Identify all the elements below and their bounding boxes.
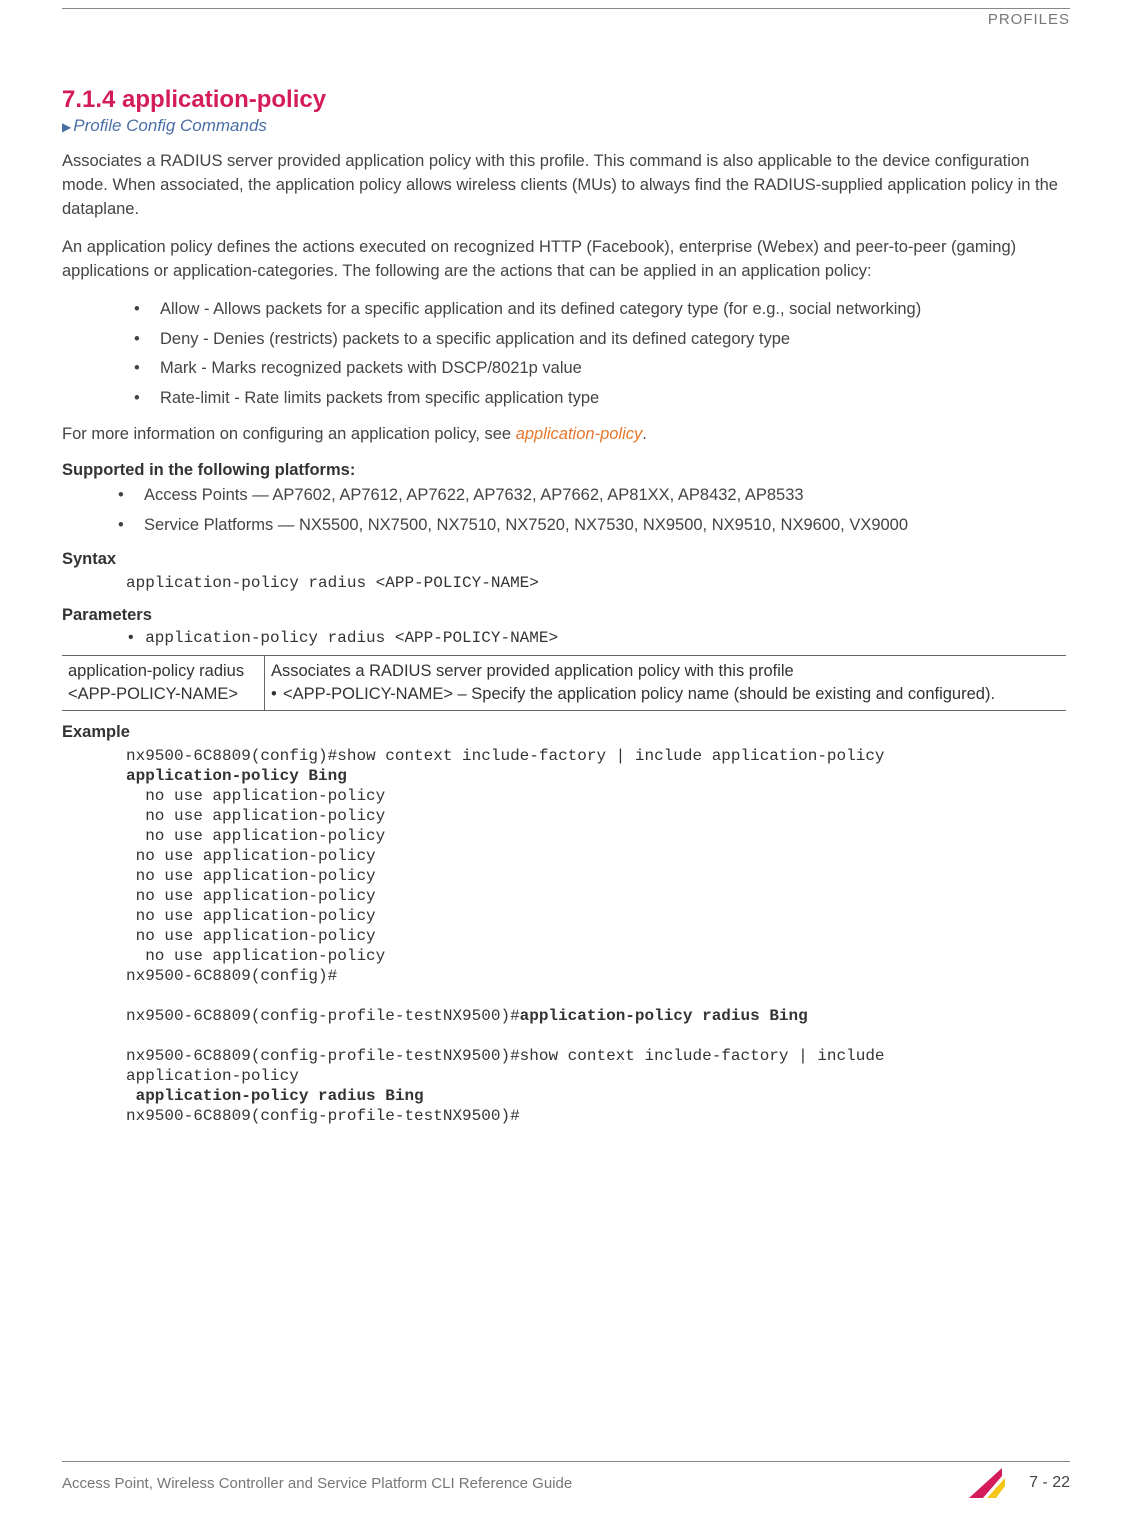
- list-item: Mark - Marks recognized packets with DSC…: [134, 357, 1070, 381]
- list-item: Allow - Allows packets for a specific ap…: [134, 298, 1070, 322]
- running-header: PROFILES: [62, 11, 1070, 28]
- breadcrumb-text: Profile Config Commands: [73, 116, 267, 135]
- text: For more information on configuring an a…: [62, 425, 516, 443]
- list-item: Service Platforms — NX5500, NX7500, NX75…: [118, 514, 1070, 538]
- supported-heading: Supported in the following platforms:: [62, 461, 1070, 480]
- footer-title: Access Point, Wireless Controller and Se…: [62, 1475, 572, 1492]
- actions-list: Allow - Allows packets for a specific ap…: [62, 298, 1070, 412]
- list-item: Access Points — AP7602, AP7612, AP7622, …: [118, 484, 1070, 508]
- page-number: 7 - 22: [1029, 1474, 1070, 1492]
- breadcrumb[interactable]: ▶Profile Config Commands: [62, 116, 1070, 136]
- parameters-bullet: • application-policy radius <APP-POLICY-…: [126, 629, 1070, 647]
- paragraph: An application policy defines the action…: [62, 236, 1070, 284]
- param-name-cell: application-policy radius <APP-POLICY-NA…: [62, 655, 265, 710]
- example-heading: Example: [62, 723, 1070, 742]
- section-title: 7.1.4 application-policy: [62, 86, 1070, 114]
- arrow-right-icon: ▶: [62, 120, 71, 134]
- list-item: Rate-limit - Rate limits packets from sp…: [134, 387, 1070, 411]
- example-code: nx9500-6C8809(config)#show context inclu…: [126, 746, 1070, 1126]
- flag-icon: [969, 1468, 1011, 1498]
- param-sub-bullet: <APP-POLICY-NAME> – Specify the applicat…: [271, 683, 1060, 706]
- syntax-heading: Syntax: [62, 550, 1070, 569]
- paragraph: For more information on configuring an a…: [62, 423, 1070, 447]
- text: Associates a RADIUS server provided appl…: [271, 660, 1060, 683]
- parameters-table: application-policy radius <APP-POLICY-NA…: [62, 655, 1066, 711]
- paragraph: Associates a RADIUS server provided appl…: [62, 150, 1070, 222]
- parameters-heading: Parameters: [62, 606, 1070, 625]
- page-footer: Access Point, Wireless Controller and Se…: [62, 1461, 1070, 1498]
- application-policy-link[interactable]: application-policy: [516, 425, 643, 443]
- table-row: application-policy radius <APP-POLICY-NA…: [62, 655, 1066, 710]
- param-desc-cell: Associates a RADIUS server provided appl…: [265, 655, 1067, 710]
- supported-list: Access Points — AP7602, AP7612, AP7622, …: [62, 484, 1070, 538]
- text: .: [642, 425, 647, 443]
- syntax-code: application-policy radius <APP-POLICY-NA…: [126, 573, 1070, 594]
- list-item: Deny - Denies (restricts) packets to a s…: [134, 328, 1070, 352]
